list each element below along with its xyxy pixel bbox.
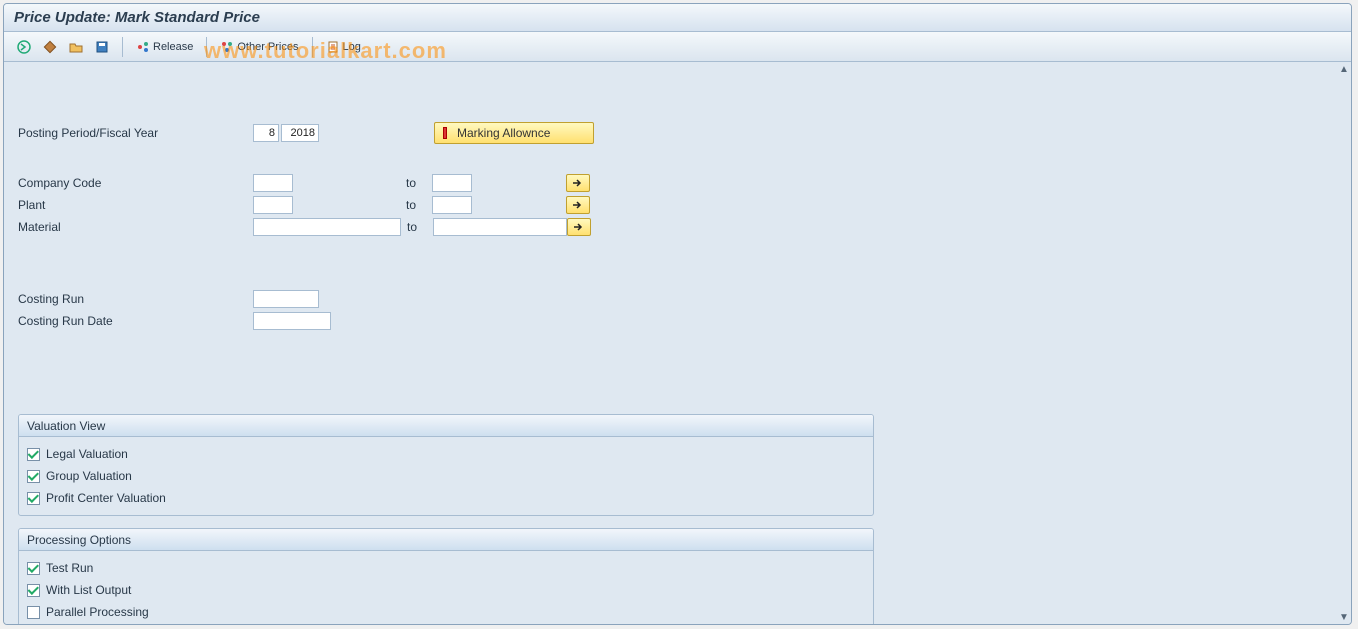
- vertical-scrollbar[interactable]: ▲ ▼: [1337, 62, 1351, 624]
- company-code-row: Company Code to: [18, 172, 1341, 194]
- toolbar-separator: [122, 37, 123, 57]
- log-icon: [326, 40, 340, 54]
- release-button[interactable]: Release: [131, 36, 198, 58]
- app-window: Price Update: Mark Standard Price: [3, 3, 1352, 625]
- plant-label: Plant: [18, 198, 253, 212]
- valuation-view-header: Valuation View: [19, 415, 873, 437]
- company-code-multiselect-button[interactable]: [566, 174, 590, 192]
- release-icon: [136, 40, 150, 54]
- arrow-right-icon: [572, 178, 584, 188]
- with-list-output-label: With List Output: [46, 583, 131, 597]
- background-processing-row: Background Processing: [27, 623, 865, 624]
- legal-valuation-label: Legal Valuation: [46, 447, 128, 461]
- parallel-processing-label: Parallel Processing: [46, 605, 149, 619]
- material-from-input[interactable]: [253, 218, 401, 236]
- plant-row: Plant to: [18, 194, 1341, 216]
- toolbar: Release Other Prices Log: [4, 32, 1351, 62]
- material-label: Material: [18, 220, 253, 234]
- parallel-processing-checkbox[interactable]: [27, 606, 40, 619]
- profit-center-valuation-label: Profit Center Valuation: [46, 491, 166, 505]
- log-label: Log: [343, 41, 361, 53]
- execute-print-button[interactable]: [38, 36, 62, 58]
- test-run-checkbox[interactable]: [27, 562, 40, 575]
- diamond-icon: [43, 40, 57, 54]
- material-row: Material to: [18, 216, 1341, 238]
- warning-bar-icon: [443, 127, 447, 139]
- get-variant-button[interactable]: [64, 36, 88, 58]
- costing-run-date-row: Costing Run Date: [18, 310, 1341, 332]
- costing-run-input[interactable]: [253, 290, 319, 308]
- toolbar-separator: [312, 37, 313, 57]
- costing-run-date-input[interactable]: [253, 312, 331, 330]
- other-prices-icon: [220, 40, 234, 54]
- profit-center-valuation-checkbox[interactable]: [27, 492, 40, 505]
- legal-valuation-checkbox[interactable]: [27, 448, 40, 461]
- log-button[interactable]: Log: [321, 36, 366, 58]
- material-multiselect-button[interactable]: [567, 218, 591, 236]
- costing-run-label: Costing Run: [18, 292, 253, 306]
- group-valuation-row: Group Valuation: [27, 465, 865, 487]
- execute-button[interactable]: [12, 36, 36, 58]
- processing-options-header: Processing Options: [19, 529, 873, 551]
- group-valuation-label: Group Valuation: [46, 469, 132, 483]
- arrow-right-icon: [572, 200, 584, 210]
- company-code-from-input[interactable]: [253, 174, 293, 192]
- form-area: Posting Period/Fiscal Year Marking Allow…: [4, 62, 1351, 624]
- posting-period-input[interactable]: [253, 124, 279, 142]
- to-label: to: [400, 176, 432, 190]
- posting-period-row: Posting Period/Fiscal Year Marking Allow…: [18, 122, 1341, 144]
- save-button[interactable]: [90, 36, 114, 58]
- posting-period-label: Posting Period/Fiscal Year: [18, 126, 253, 140]
- material-to-input[interactable]: [433, 218, 567, 236]
- costing-run-date-label: Costing Run Date: [18, 314, 253, 328]
- fiscal-year-input[interactable]: [281, 124, 319, 142]
- arrow-right-icon: [573, 222, 585, 232]
- release-label: Release: [153, 41, 193, 53]
- plant-multiselect-button[interactable]: [566, 196, 590, 214]
- test-run-label: Test Run: [46, 561, 93, 575]
- other-prices-label: Other Prices: [237, 41, 298, 53]
- company-code-to-input[interactable]: [432, 174, 472, 192]
- folder-icon: [69, 40, 83, 54]
- to-label: to: [400, 198, 432, 212]
- plant-to-input[interactable]: [432, 196, 472, 214]
- costing-run-row: Costing Run: [18, 288, 1341, 310]
- company-code-label: Company Code: [18, 176, 253, 190]
- valuation-view-group: Valuation View Legal Valuation Group Val…: [18, 414, 874, 516]
- title-bar: Price Update: Mark Standard Price: [4, 4, 1351, 32]
- execute-icon: [17, 40, 31, 54]
- legal-valuation-row: Legal Valuation: [27, 443, 865, 465]
- test-run-row: Test Run: [27, 557, 865, 579]
- to-label: to: [401, 220, 433, 234]
- processing-options-group: Processing Options Test Run With List Ou…: [18, 528, 874, 624]
- group-valuation-checkbox[interactable]: [27, 470, 40, 483]
- marking-allowance-button[interactable]: Marking Allownce: [434, 122, 594, 144]
- scroll-up-icon[interactable]: ▲: [1337, 62, 1351, 76]
- with-list-output-checkbox[interactable]: [27, 584, 40, 597]
- content-area: ▲ ▼ Posting Period/Fiscal Year Marking A…: [4, 62, 1351, 624]
- with-list-output-row: With List Output: [27, 579, 865, 601]
- scroll-down-icon[interactable]: ▼: [1337, 610, 1351, 624]
- toolbar-separator: [206, 37, 207, 57]
- page-title: Price Update: Mark Standard Price: [14, 9, 260, 26]
- parallel-processing-row: Parallel Processing: [27, 601, 865, 623]
- marking-allowance-label: Marking Allownce: [457, 126, 550, 140]
- save-icon: [95, 40, 109, 54]
- other-prices-button[interactable]: Other Prices: [215, 36, 303, 58]
- plant-from-input[interactable]: [253, 196, 293, 214]
- profit-center-valuation-row: Profit Center Valuation: [27, 487, 865, 509]
